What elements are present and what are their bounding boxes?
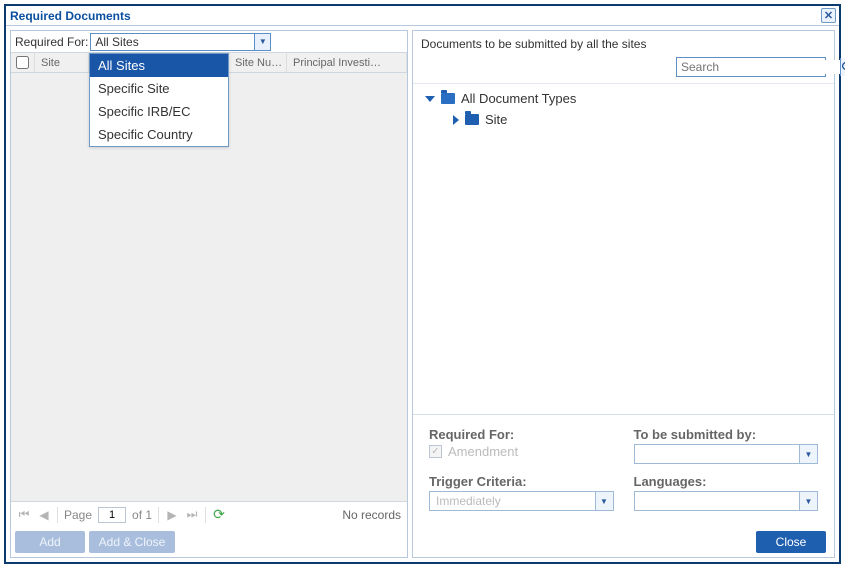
filter-row: Required For: ▼	[11, 31, 407, 53]
amendment-row: ✓ Amendment	[429, 444, 614, 459]
left-footer: Add Add & Close	[11, 527, 407, 557]
refresh-icon[interactable]: ⟳	[212, 508, 226, 522]
dropdown-option-specific-country[interactable]: Specific Country	[90, 123, 228, 146]
tree-child-row[interactable]: Site	[425, 109, 822, 130]
required-for-combo[interactable]: ▼	[90, 33, 271, 51]
document-type-tree: All Document Types Site	[413, 83, 834, 414]
required-for-dropdown[interactable]: All Sites Specific Site Specific IRB/EC …	[89, 53, 229, 147]
trigger-criteria-select[interactable]: Immediately ▼	[429, 491, 614, 511]
paging-toolbar: ⏮ ◀ Page of 1 ▶ ⏭ ⟳ No records	[11, 501, 407, 527]
amendment-label: Amendment	[448, 444, 518, 459]
last-page-icon[interactable]: ⏭	[185, 508, 199, 522]
add-and-close-button[interactable]: Add & Close	[89, 531, 175, 553]
dropdown-option-specific-irb-ec[interactable]: Specific IRB/EC	[90, 100, 228, 123]
chevron-down-icon[interactable]: ▼	[254, 34, 270, 50]
right-panel-heading: Documents to be submitted by all the sit…	[413, 31, 834, 55]
chevron-down-icon[interactable]: ▼	[799, 492, 817, 510]
tree-child-label: Site	[485, 112, 507, 127]
column-site[interactable]: Site	[35, 53, 89, 72]
right-footer: Close	[413, 527, 834, 557]
chevron-down-icon[interactable]: ▼	[799, 445, 817, 463]
chevron-down-icon[interactable]: ▼	[595, 492, 613, 510]
titlebar: Required Documents ✕	[6, 6, 839, 26]
paging-status: No records	[342, 508, 401, 522]
tree-root-row[interactable]: All Document Types	[425, 88, 822, 109]
amendment-checkbox[interactable]: ✓	[429, 445, 442, 458]
dropdown-option-all-sites[interactable]: All Sites	[90, 54, 228, 77]
select-all-checkbox[interactable]	[16, 56, 29, 69]
folder-open-icon	[441, 93, 455, 104]
dialog-body: Required For: ▼ All Sites Specific Site …	[6, 26, 839, 562]
right-panel: Documents to be submitted by all the sit…	[412, 30, 835, 558]
languages-select[interactable]: ▼	[634, 491, 819, 511]
trigger-criteria-block: Trigger Criteria: Immediately ▼	[429, 474, 614, 511]
page-number-input[interactable]	[98, 507, 126, 523]
submitted-by-select[interactable]: ▼	[634, 444, 819, 464]
required-documents-dialog: Required Documents ✕ Required For: ▼ All…	[4, 4, 841, 564]
search-input[interactable]	[677, 60, 840, 74]
close-icon[interactable]: ✕	[821, 8, 836, 23]
languages-label: Languages:	[634, 474, 819, 489]
submitted-by-label: To be submitted by:	[634, 427, 819, 442]
separator	[57, 507, 58, 523]
column-site-number[interactable]: Site Nu…	[229, 53, 287, 72]
search-row	[413, 55, 834, 83]
next-page-icon[interactable]: ▶	[165, 508, 179, 522]
close-button[interactable]: Close	[756, 531, 826, 553]
trigger-criteria-label: Trigger Criteria:	[429, 474, 614, 489]
detail-required-for-label: Required For:	[429, 427, 614, 442]
detail-area: Required For: ✓ Amendment To be submitte…	[413, 414, 834, 527]
submitted-by-block: To be submitted by: ▼	[634, 427, 819, 464]
add-button[interactable]: Add	[15, 531, 85, 553]
search-icon[interactable]	[840, 58, 845, 76]
chevron-right-icon[interactable]	[453, 115, 459, 125]
left-panel: Required For: ▼ All Sites Specific Site …	[10, 30, 408, 558]
chevron-down-icon[interactable]	[425, 96, 435, 102]
tree-root-label: All Document Types	[461, 91, 576, 106]
dropdown-option-specific-site[interactable]: Specific Site	[90, 77, 228, 100]
folder-icon	[465, 114, 479, 125]
page-of-label: of 1	[132, 508, 152, 522]
separator	[158, 507, 159, 523]
column-select-all[interactable]	[11, 53, 35, 72]
first-page-icon[interactable]: ⏮	[17, 508, 31, 522]
required-for-block: Required For: ✓ Amendment	[429, 427, 614, 464]
page-label: Page	[64, 508, 92, 522]
required-for-input[interactable]	[91, 34, 254, 50]
separator	[205, 507, 206, 523]
trigger-criteria-value: Immediately	[430, 494, 595, 508]
required-for-label: Required For:	[15, 35, 88, 49]
languages-block: Languages: ▼	[634, 474, 819, 511]
window-title: Required Documents	[10, 9, 131, 23]
column-principal-investigator[interactable]: Principal Investi…	[287, 53, 407, 72]
search-box[interactable]	[676, 57, 826, 77]
prev-page-icon[interactable]: ◀	[37, 508, 51, 522]
